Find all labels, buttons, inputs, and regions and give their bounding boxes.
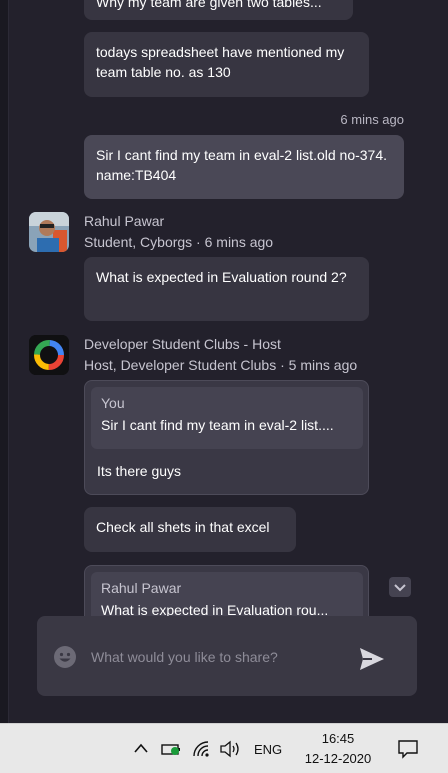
avatar[interactable] [29, 335, 69, 375]
message-timestamp: 6 mins ago [340, 112, 404, 127]
scroll-down-button[interactable] [389, 577, 411, 597]
chat-panel: Why my team are given two tables... toda… [0, 0, 448, 723]
reply-message-card: You Sir I cant find my team in eval-2 li… [84, 380, 369, 495]
message-bubble: What is expected in Evaluation round 2? [84, 257, 369, 321]
message-text: Why my team are given two tables... [96, 0, 322, 10]
notification-icon[interactable] [397, 739, 419, 759]
message-text: Sir I cant find my team in eval-2 list.o… [96, 147, 388, 183]
taskbar: ENG 16:45 12-12-2020 [0, 723, 448, 773]
quoted-sender: You [101, 395, 125, 411]
message-text: What is expected in Evaluation round 2? [96, 269, 347, 285]
message-text: Its there guys [97, 463, 182, 479]
clock-time[interactable]: 16:45 [318, 731, 358, 746]
battery-icon[interactable] [161, 742, 183, 756]
send-icon[interactable] [358, 646, 386, 672]
clock-date[interactable]: 12-12-2020 [298, 751, 378, 766]
my-message-bubble: Sir I cant find my team in eval-2 list.o… [84, 135, 404, 199]
message-text: todays spreadsheet have mentioned my tea… [96, 44, 345, 80]
speaker-icon[interactable] [219, 740, 243, 758]
emoji-icon[interactable] [53, 645, 77, 669]
quoted-message[interactable]: You Sir I cant find my team in eval-2 li… [91, 387, 363, 449]
left-rail [0, 0, 9, 723]
message-bubble: todays spreadsheet have mentioned my tea… [84, 32, 369, 97]
message-composer [37, 616, 417, 696]
sender-meta: Host, Developer Student Clubs · 5 mins a… [84, 357, 358, 373]
message-input[interactable] [91, 646, 351, 668]
message-bubble: Check all shets in that excel [84, 507, 296, 552]
wifi-icon[interactable] [191, 739, 213, 759]
sender-meta: Student, Cyborgs · 6 mins ago [84, 234, 274, 250]
message-bubble: Why my team are given two tables... [84, 0, 353, 20]
sender-name[interactable]: Rahul Pawar [84, 213, 164, 229]
quoted-text: Sir I cant find my team in eval-2 list..… [101, 417, 334, 433]
quoted-sender: Rahul Pawar [101, 580, 182, 596]
message-text: Check all shets in that excel [96, 519, 270, 535]
chevron-down-icon [394, 584, 406, 592]
chevron-up-icon[interactable] [133, 741, 149, 755]
language-indicator[interactable]: ENG [254, 742, 282, 757]
sender-name[interactable]: Developer Student Clubs - Host [84, 336, 281, 352]
avatar[interactable] [29, 212, 69, 252]
